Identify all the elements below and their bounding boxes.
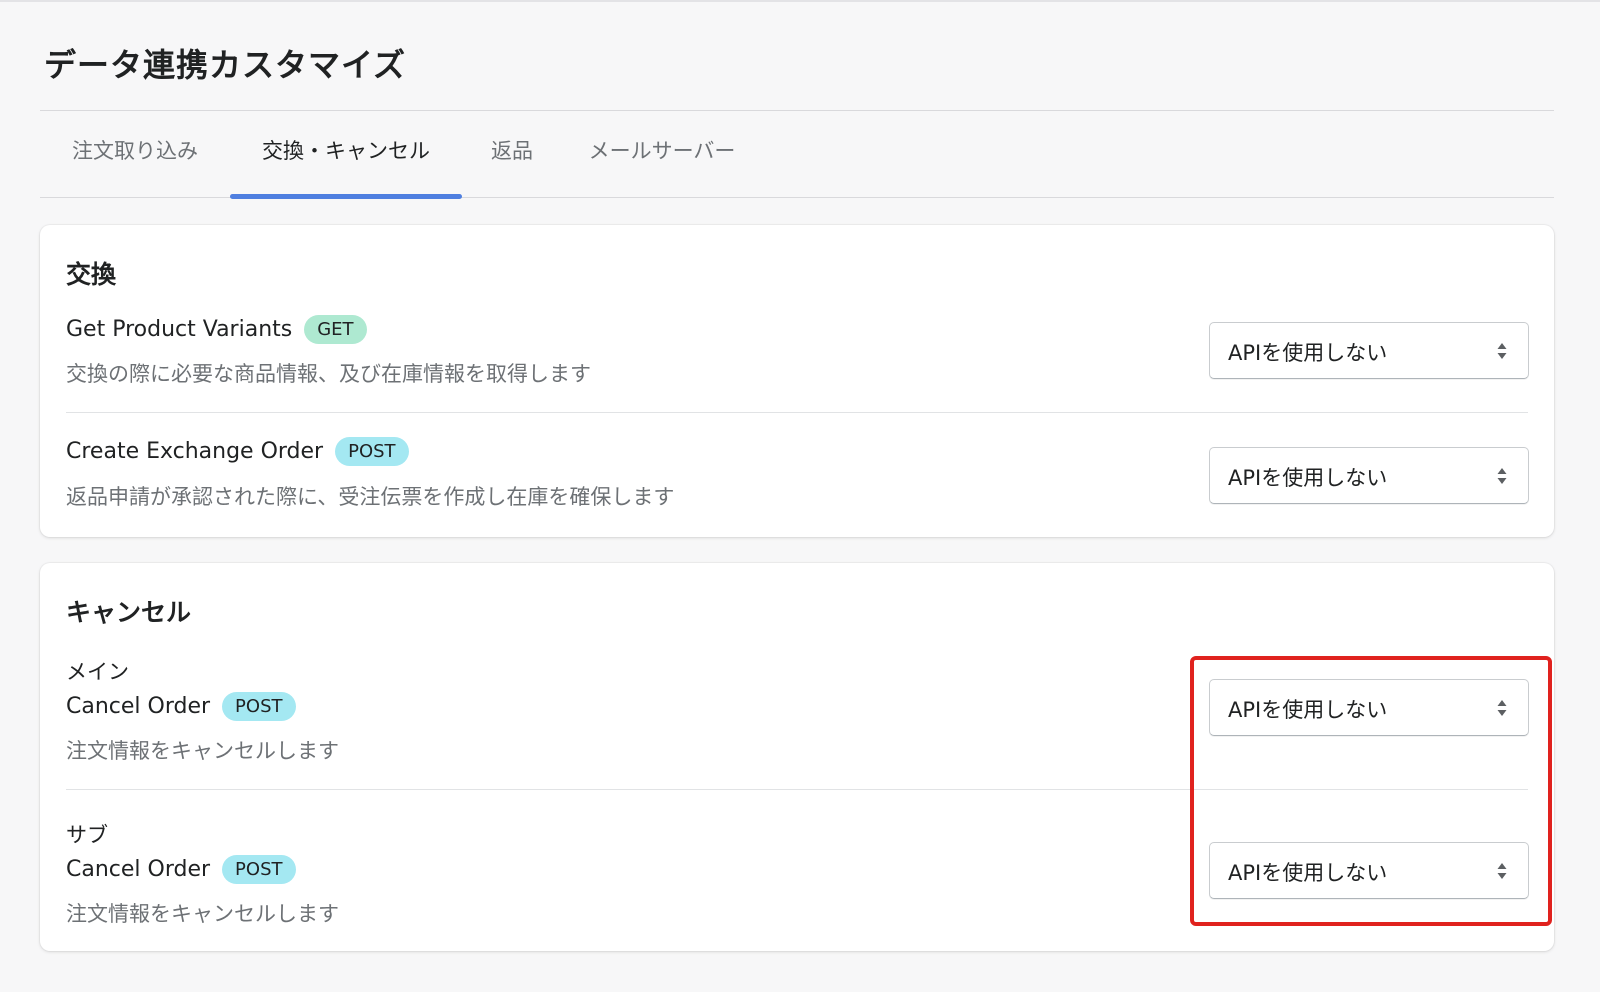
api-usage-select[interactable]: APIを使用しない	[1209, 447, 1529, 504]
select-arrows-icon	[1497, 343, 1507, 359]
exchange-card: 交換 Get Product Variants GET 交換の際に必要な商品情報…	[40, 225, 1554, 537]
method-badge-post: POST	[222, 855, 296, 884]
endpoint-description: 返品申請が承認された際に、受注伝票を作成し在庫を確保します	[66, 485, 675, 509]
endpoint-header: Cancel Order POST	[66, 855, 296, 884]
method-badge-post: POST	[222, 692, 296, 721]
highlight-annotation-box	[1190, 656, 1552, 926]
select-value: APIを使用しない	[1228, 341, 1388, 365]
row-label: サブ	[66, 823, 108, 847]
endpoint-name: Get Product Variants	[66, 317, 293, 342]
top-border	[0, 0, 1600, 2]
endpoint-name: Cancel Order	[66, 694, 211, 719]
endpoint-description: 注文情報をキャンセルします	[66, 739, 339, 763]
method-badge-get: GET	[304, 315, 367, 344]
tab-exchange-cancel[interactable]: 交換・キャンセル	[230, 111, 462, 199]
tab-mail-server[interactable]: メールサーバー	[562, 111, 762, 198]
tab-returns[interactable]: 返品	[462, 111, 562, 198]
tab-bar: 注文取り込み 交換・キャンセル 返品 メールサーバー	[40, 111, 1554, 199]
endpoint-header: Create Exchange Order POST	[66, 437, 409, 466]
endpoint-header: Cancel Order POST	[66, 692, 296, 721]
tab-order-import[interactable]: 注文取り込み	[40, 111, 230, 198]
row-label: メイン	[66, 660, 129, 684]
endpoint-name: Create Exchange Order	[66, 439, 324, 464]
api-usage-select[interactable]: APIを使用しない	[1209, 322, 1529, 379]
endpoint-header: Get Product Variants GET	[66, 315, 367, 344]
select-arrows-icon	[1497, 468, 1507, 484]
endpoint-description: 注文情報をキャンセルします	[66, 902, 339, 926]
cancel-card-title: キャンセル	[66, 598, 192, 627]
endpoint-name: Cancel Order	[66, 857, 211, 882]
page-title: データ連携カスタマイズ	[44, 46, 407, 84]
method-badge-post: POST	[335, 437, 409, 466]
row-divider	[66, 412, 1528, 413]
select-value: APIを使用しない	[1228, 466, 1388, 490]
exchange-card-title: 交換	[66, 260, 117, 289]
endpoint-description: 交換の際に必要な商品情報、及び在庫情報を取得します	[66, 362, 591, 386]
